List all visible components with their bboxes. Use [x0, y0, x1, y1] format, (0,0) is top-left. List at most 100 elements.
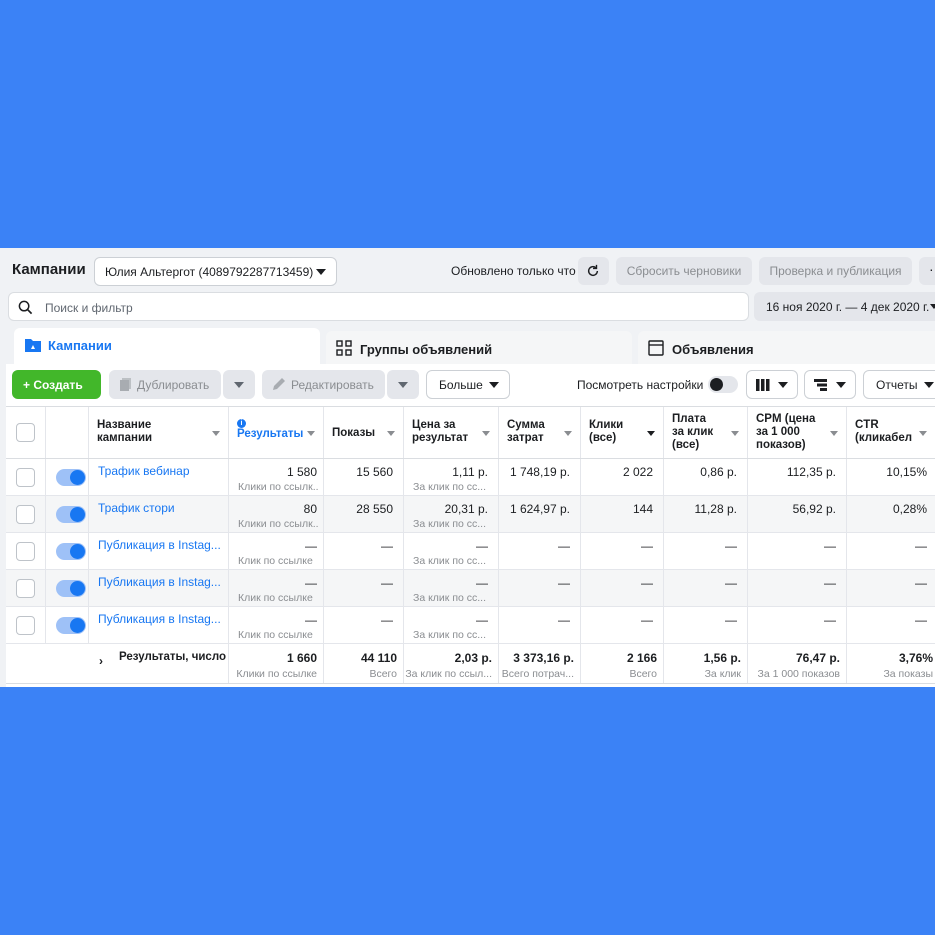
impressions-cell: 15 560: [324, 459, 404, 495]
cpm-cell: —: [748, 533, 847, 569]
campaign-name-link[interactable]: Трафик стори: [98, 501, 223, 515]
campaign-status-toggle[interactable]: [56, 580, 86, 597]
table-row[interactable]: Публикация в Instag... — Клик по ссылке …: [6, 533, 935, 570]
chevron-right-icon: ›: [99, 654, 103, 668]
impressions-cell: —: [324, 570, 404, 606]
cpc-value: —: [725, 576, 737, 590]
results-cell: — Клик по ссылке: [229, 570, 324, 606]
totals-row: › Результаты, число 1 660 Клики по ссылк…: [6, 644, 935, 684]
impressions-cell: —: [324, 607, 404, 643]
pencil-icon: [273, 378, 285, 390]
clicks-cell: —: [581, 533, 664, 569]
cpc-cell: 11,28 р.: [664, 496, 748, 532]
discard-drafts-button[interactable]: Сбросить черновики: [616, 257, 752, 285]
column-header-cpm[interactable]: CPM (цена за 1 000 показов): [748, 407, 847, 458]
totals-cost: 2,03 р.: [454, 651, 492, 665]
table-row[interactable]: Трафик стори 80 Клики по ссылк... 28 550…: [6, 496, 935, 533]
sort-icon: [482, 431, 490, 436]
date-range-label: 16 ноя 2020 г. — 4 дек 2020 г.: [766, 300, 930, 314]
column-header-name[interactable]: Название кампании: [89, 407, 229, 458]
edit-dropdown[interactable]: [387, 370, 419, 399]
results-cell: — Клик по ссылке: [229, 607, 324, 643]
account-selector[interactable]: Юлия Альтергот (4089792287713459): [94, 257, 337, 286]
row-checkbox[interactable]: [16, 616, 35, 635]
column-header-cost-per-result[interactable]: Цена за результат: [404, 407, 499, 458]
results-cell: — Клик по ссылке: [229, 533, 324, 569]
row-checkbox[interactable]: [16, 505, 35, 524]
header-line: кампании: [97, 432, 153, 444]
totals-label-cell[interactable]: › Результаты, число: [89, 644, 229, 683]
review-publish-button[interactable]: Проверка и публикация: [759, 257, 912, 285]
edit-button[interactable]: Редактировать: [262, 370, 385, 399]
row-toggle-cell: [46, 570, 89, 606]
amount-spent-value: —: [558, 576, 570, 590]
campaign-name-link[interactable]: Трафик вебинар: [98, 464, 223, 478]
amount-spent-value: —: [558, 539, 570, 553]
column-header-clicks[interactable]: Клики (все): [581, 407, 664, 458]
header-line: (все): [672, 439, 700, 451]
breakdown-button[interactable]: [804, 370, 856, 399]
chevron-down-icon: [398, 382, 408, 388]
reports-button[interactable]: Отчеты: [863, 370, 935, 399]
totals-cpc-cell: 1,56 р. За клик: [664, 644, 748, 683]
cpm-cell: —: [748, 607, 847, 643]
campaign-name-link[interactable]: Публикация в Instag...: [98, 575, 223, 589]
column-header-amount-spent[interactable]: Сумма затрат: [499, 407, 581, 458]
results-value: 80: [303, 502, 317, 516]
more-button[interactable]: Больше: [426, 370, 510, 399]
cpc-cell: —: [664, 533, 748, 569]
totals-cost-cell: 2,03 р. За клик по ссыл...: [404, 644, 499, 683]
updated-status: Обновлено только что: [451, 264, 576, 278]
ads-manager-panel: Кампании Юлия Альтергот (408979228771345…: [0, 248, 935, 687]
tab-ads[interactable]: Объявления: [638, 331, 935, 364]
totals-spent: 3 373,16 р.: [513, 651, 574, 665]
row-checkbox[interactable]: [16, 579, 35, 598]
campaign-status-toggle[interactable]: [56, 617, 86, 634]
view-settings-toggle[interactable]: [708, 376, 738, 393]
row-checkbox[interactable]: [16, 468, 35, 487]
amount-spent-cell: —: [499, 570, 581, 606]
sort-icon: [830, 431, 838, 436]
duplicate-button[interactable]: Дублировать: [109, 370, 221, 399]
cost-per-result-cell: — За клик по сс...: [404, 533, 499, 569]
campaign-status-toggle[interactable]: [56, 543, 86, 560]
cost-per-result-cell: 20,31 р. За клик по сс...: [404, 496, 499, 532]
cost-per-result-value: —: [476, 613, 488, 627]
column-header-cpc[interactable]: Плата за клик (все): [664, 407, 748, 458]
campaign-status-toggle[interactable]: [56, 506, 86, 523]
columns-button[interactable]: [746, 370, 798, 399]
column-header-results[interactable]: i Результаты: [229, 407, 324, 458]
duplicate-label: Дублировать: [137, 378, 210, 392]
search-filter-field[interactable]: Поиск и фильтр: [8, 292, 749, 321]
tab-campaigns[interactable]: Кампании: [14, 328, 320, 364]
table-row[interactable]: Публикация в Instag... — Клик по ссылке …: [6, 607, 935, 644]
more-options-button[interactable]: ···: [919, 257, 935, 285]
duplicate-dropdown[interactable]: [223, 370, 255, 399]
campaign-name-link[interactable]: Публикация в Instag...: [98, 612, 223, 626]
header-select-cell: [6, 407, 46, 458]
header-line: Плата: [672, 413, 706, 425]
cost-per-result-cell: — За клик по сс...: [404, 607, 499, 643]
campaign-name-link[interactable]: Публикация в Instag...: [98, 538, 223, 552]
cpc-cell: —: [664, 607, 748, 643]
date-range-picker[interactable]: 16 ноя 2020 г. — 4 дек 2020 г.: [754, 292, 935, 321]
row-select-cell: [6, 459, 46, 495]
clicks-cell: —: [581, 607, 664, 643]
table-row[interactable]: Публикация в Instag... — Клик по ссылке …: [6, 570, 935, 607]
tab-adsets[interactable]: Группы объявлений: [326, 331, 632, 364]
header-line: результат: [412, 432, 469, 444]
row-checkbox[interactable]: [16, 542, 35, 561]
refresh-button[interactable]: [578, 257, 609, 285]
create-button[interactable]: + Создать: [12, 370, 101, 399]
cpm-cell: 56,92 р.: [748, 496, 847, 532]
columns-icon: [756, 379, 770, 391]
column-header-ctr[interactable]: CTR (кликабел: [847, 407, 935, 458]
sort-icon: [647, 431, 655, 436]
campaign-status-toggle[interactable]: [56, 469, 86, 486]
ctr-value: —: [915, 613, 927, 627]
table-row[interactable]: Трафик вебинар 1 580 Клики по ссылк... 1…: [6, 459, 935, 496]
totals-ctr-subtext: За показы: [883, 668, 933, 680]
column-header-impressions[interactable]: Показы: [324, 407, 404, 458]
select-all-checkbox[interactable]: [16, 423, 35, 442]
row-toggle-cell: [46, 533, 89, 569]
